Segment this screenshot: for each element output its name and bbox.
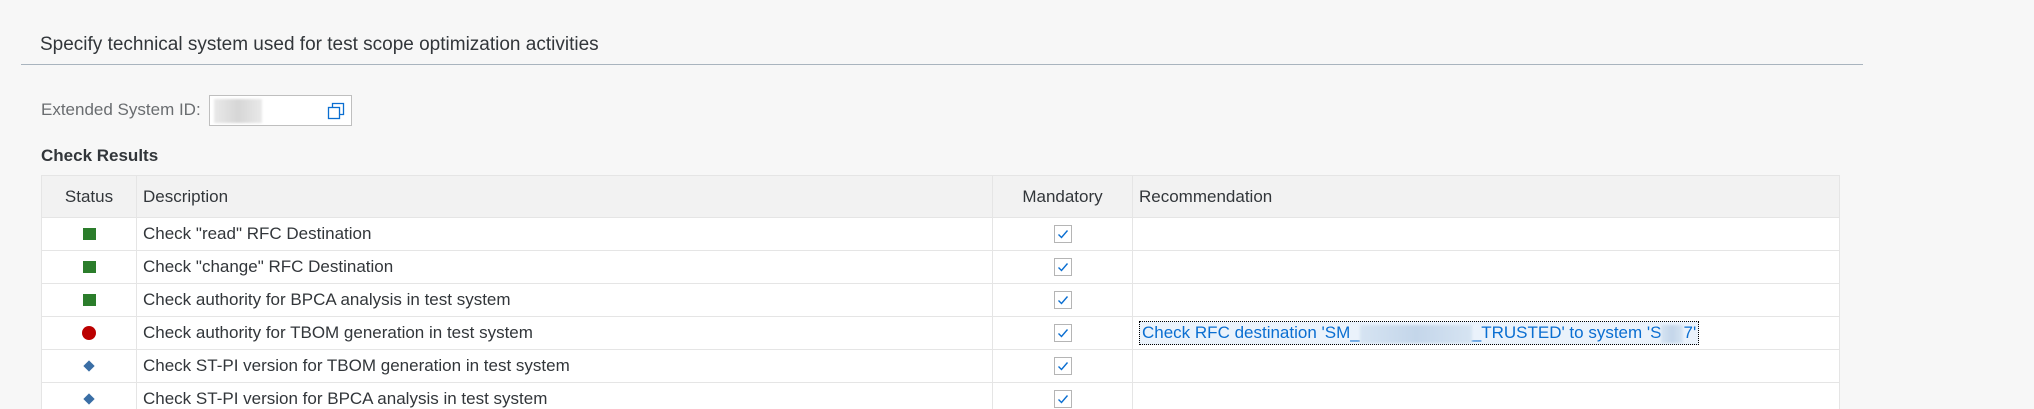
recommendation-link-part: _TRUSTED' to system 'S: [1471, 323, 1662, 342]
description-cell: Check ST-PI version for BPCA analysis in…: [136, 383, 992, 409]
table-row[interactable]: Check authority for BPCA analysis in tes…: [42, 284, 1839, 317]
column-header-status[interactable]: Status: [42, 176, 136, 217]
table-row[interactable]: Check ST-PI version for TBOM generation …: [42, 350, 1839, 383]
column-header-description[interactable]: Description: [136, 176, 992, 217]
mandatory-cell: [992, 317, 1132, 349]
extended-system-value: [214, 99, 262, 123]
recommendation-link-part: Check RFC destination 'SM_: [1142, 323, 1360, 342]
recommendation-cell: [1132, 218, 1839, 250]
table-row[interactable]: Check "change" RFC Destination: [42, 251, 1839, 284]
status-cell: [42, 251, 136, 283]
recommendation-cell: Check RFC destination 'SM_ _TRUSTED' to s…: [1132, 317, 1839, 349]
description-cell: Check "read" RFC Destination: [136, 218, 992, 250]
extended-system-label: Extended System ID:: [41, 100, 201, 119]
success-status-icon: [82, 294, 96, 306]
check-results-table: Status Description Mandatory Recommendat…: [41, 175, 1840, 409]
info-status-icon: [83, 360, 95, 372]
table-row[interactable]: Check ST-PI version for BPCA analysis in…: [42, 383, 1839, 409]
status-cell: [42, 383, 136, 409]
description-cell: Check authority for TBOM generation in t…: [136, 317, 992, 349]
mandatory-cell: [992, 251, 1132, 283]
title-divider: [21, 64, 1863, 65]
table-row[interactable]: Check authority for TBOM generation in t…: [42, 317, 1839, 350]
mandatory-cell: [992, 350, 1132, 382]
table-row[interactable]: Check "read" RFC Destination: [42, 218, 1839, 251]
mandatory-checkbox: [1053, 390, 1072, 408]
mandatory-checkbox: [1053, 291, 1072, 309]
mandatory-checkbox: [1053, 324, 1072, 342]
mandatory-checkbox: [1053, 258, 1072, 276]
success-status-icon: [82, 228, 96, 240]
extended-system-input[interactable]: [209, 95, 352, 126]
table-header: Status Description Mandatory Recommendat…: [42, 175, 1839, 218]
mandatory-cell: [992, 218, 1132, 250]
description-cell: Check authority for BPCA analysis in tes…: [136, 284, 992, 316]
status-cell: [42, 218, 136, 250]
mandatory-cell: [992, 284, 1132, 316]
status-cell: [42, 350, 136, 382]
mandatory-cell: [992, 383, 1132, 409]
recommendation-link-part: 7': [1683, 323, 1697, 342]
redacted-text: [1661, 324, 1684, 343]
column-header-mandatory[interactable]: Mandatory: [992, 176, 1132, 217]
success-status-icon: [82, 261, 96, 273]
status-cell: [42, 317, 136, 349]
panel-title: Specify technical system used for test s…: [40, 34, 599, 55]
recommendation-cell: [1132, 284, 1839, 316]
check-results-title: Check Results: [41, 146, 159, 165]
error-status-icon: [82, 326, 96, 340]
redacted-text: [1359, 324, 1472, 343]
recommendation-link[interactable]: Check RFC destination 'SM_ _TRUSTED' to s…: [1139, 321, 1700, 345]
mandatory-checkbox: [1053, 357, 1072, 375]
status-cell: [42, 284, 136, 316]
column-header-recommendation[interactable]: Recommendation: [1132, 176, 1839, 217]
recommendation-cell: [1132, 251, 1839, 283]
info-status-icon: [83, 393, 95, 405]
description-cell: Check "change" RFC Destination: [136, 251, 992, 283]
value-help-icon[interactable]: [327, 102, 345, 120]
recommendation-cell: [1132, 383, 1839, 409]
description-cell: Check ST-PI version for TBOM generation …: [136, 350, 992, 382]
recommendation-cell: [1132, 350, 1839, 382]
mandatory-checkbox: [1053, 225, 1072, 243]
